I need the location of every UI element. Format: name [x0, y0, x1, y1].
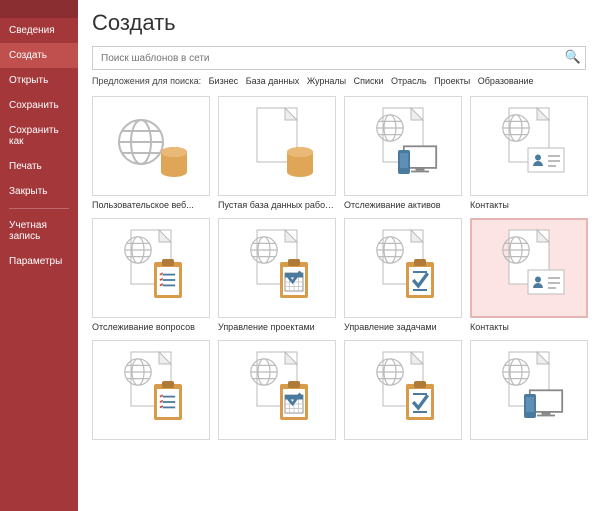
template-thumb: [92, 340, 210, 440]
sidebar-item-save[interactable]: Сохранить: [0, 93, 78, 118]
template-thumb: [218, 218, 336, 318]
template-label: Отслеживание активов: [344, 200, 462, 210]
page-title: Создать: [92, 10, 586, 36]
search-icon[interactable]: 🔍: [565, 49, 581, 65]
sidebar-item-open[interactable]: Открыть: [0, 68, 78, 93]
search: 🔍: [92, 46, 586, 70]
suggestion-link[interactable]: Проекты: [434, 76, 470, 86]
template-thumb: [92, 96, 210, 196]
template-tile[interactable]: Пользовательское веб...: [92, 96, 210, 210]
template-thumb: [470, 340, 588, 440]
suggestion-link[interactable]: Образование: [478, 76, 534, 86]
template-thumb: [344, 96, 462, 196]
sidebar-item-close[interactable]: Закрыть: [0, 179, 78, 204]
template-thumb: [470, 218, 588, 318]
template-tile[interactable]: Контакты: [470, 218, 588, 332]
sidebar-item-print[interactable]: Печать: [0, 154, 78, 179]
template-tile[interactable]: Управление задачами: [344, 218, 462, 332]
template-label: Отслеживание вопросов: [92, 322, 210, 332]
template-tile[interactable]: Отслеживание активов: [344, 96, 462, 210]
search-input[interactable]: [92, 46, 586, 70]
template-tile[interactable]: [218, 340, 336, 440]
template-tile[interactable]: Отслеживание вопросов: [92, 218, 210, 332]
template-tile[interactable]: [92, 340, 210, 440]
template-tile[interactable]: [344, 340, 462, 440]
template-thumb: [218, 96, 336, 196]
template-label: Пользовательское веб...: [92, 200, 210, 210]
divider: [9, 208, 69, 209]
suggestions-prefix: Предложения для поиска:: [92, 76, 201, 86]
template-thumb: [470, 96, 588, 196]
template-thumb: [344, 218, 462, 318]
template-grid: Пользовательское веб... Пустая база данны…: [92, 96, 586, 440]
sidebar: Сведения Создать Открыть Сохранить Сохра…: [0, 0, 78, 511]
suggestion-link[interactable]: Журналы: [307, 76, 346, 86]
suggestion-link[interactable]: Отрасль: [391, 76, 427, 86]
template-thumb: [218, 340, 336, 440]
suggestion-link[interactable]: Списки: [354, 76, 384, 86]
template-tile[interactable]: Управление проектами: [218, 218, 336, 332]
template-thumb: [92, 218, 210, 318]
template-tile[interactable]: Контакты: [470, 96, 588, 210]
template-tile[interactable]: [470, 340, 588, 440]
sidebar-item-account[interactable]: Учетная запись: [0, 213, 78, 249]
template-tile[interactable]: Пустая база данных рабочего...: [218, 96, 336, 210]
sidebar-item-info[interactable]: Сведения: [0, 18, 78, 43]
template-label: Контакты: [470, 322, 588, 332]
template-label: Управление проектами: [218, 322, 336, 332]
suggestion-link[interactable]: Бизнес: [209, 76, 239, 86]
sidebar-item-saveas[interactable]: Сохранить как: [0, 118, 78, 154]
template-thumb: [344, 340, 462, 440]
template-label: Контакты: [470, 200, 588, 210]
sidebar-item-options[interactable]: Параметры: [0, 249, 78, 274]
back-button[interactable]: [0, 0, 78, 18]
suggestions: Предложения для поиска: Бизнес База данн…: [92, 76, 586, 86]
template-label: Пустая база данных рабочего...: [218, 200, 336, 210]
main: Создать 🔍 Предложения для поиска: Бизнес…: [78, 0, 600, 511]
template-label: Управление задачами: [344, 322, 462, 332]
suggestion-link[interactable]: База данных: [246, 76, 300, 86]
sidebar-item-create[interactable]: Создать: [0, 43, 78, 68]
